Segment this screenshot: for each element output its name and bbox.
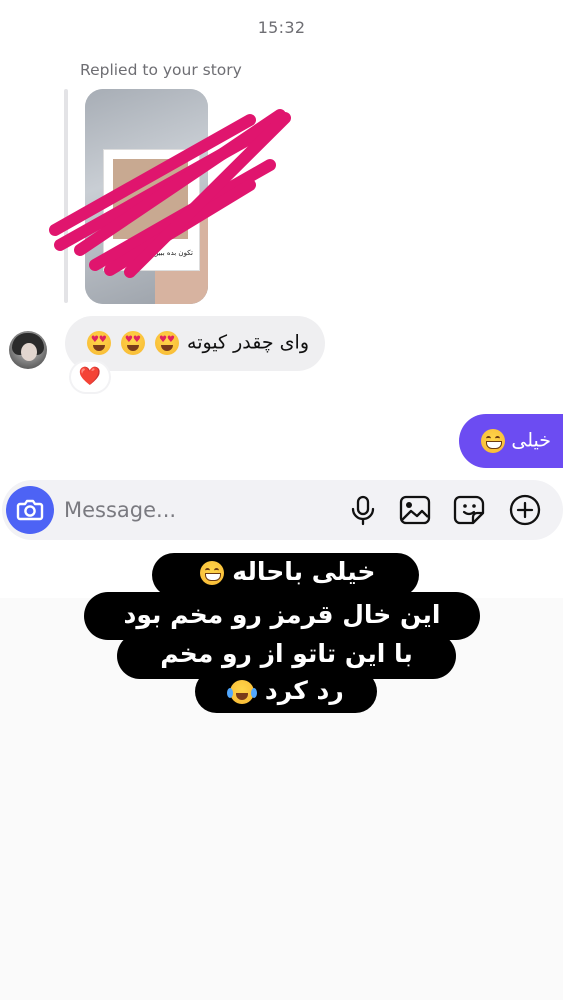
camera-icon bbox=[16, 499, 44, 521]
message-timestamp: 15:32 bbox=[257, 18, 306, 37]
overlay-caption-line-1: خیلی باحاله bbox=[152, 553, 419, 597]
heart-eyes-emoji-icon: ♥ ♥ bbox=[120, 331, 145, 355]
contact-avatar[interactable] bbox=[9, 331, 47, 369]
image-icon[interactable] bbox=[397, 492, 433, 528]
tears-of-joy-emoji-icon bbox=[227, 680, 258, 704]
outgoing-message-text: خیلی bbox=[511, 429, 551, 452]
chat-thread: 15:32 Replied to your story تکون بده ببی… bbox=[0, 0, 563, 598]
heart-eyes-emoji-icon: ♥ ♥ bbox=[154, 331, 179, 355]
message-composer bbox=[2, 480, 563, 540]
incoming-message-bubble[interactable]: وای چقدر کیوته ♥ ♥ ♥ ♥ ♥ ♥ bbox=[65, 316, 325, 371]
message-input[interactable] bbox=[64, 494, 334, 526]
plus-icon[interactable] bbox=[507, 492, 543, 528]
heart-reaction-icon[interactable]: ❤️ bbox=[71, 362, 109, 392]
camera-button[interactable] bbox=[6, 486, 54, 534]
grinning-emoji-icon bbox=[199, 561, 224, 585]
outgoing-message-bubble[interactable]: خیلی bbox=[459, 414, 563, 468]
replied-to-story-label: Replied to your story bbox=[80, 61, 242, 79]
heart-eyes-emoji-icon: ♥ ♥ bbox=[86, 331, 111, 355]
overlay-caption-line-4: رد کرد bbox=[195, 670, 377, 713]
incoming-message-text: وای چقدر کیوته bbox=[187, 331, 309, 354]
pink-scribble-redaction bbox=[49, 109, 291, 278]
sticker-icon[interactable] bbox=[452, 492, 488, 528]
microphone-icon[interactable] bbox=[345, 492, 381, 528]
grinning-emoji-icon bbox=[481, 429, 506, 453]
